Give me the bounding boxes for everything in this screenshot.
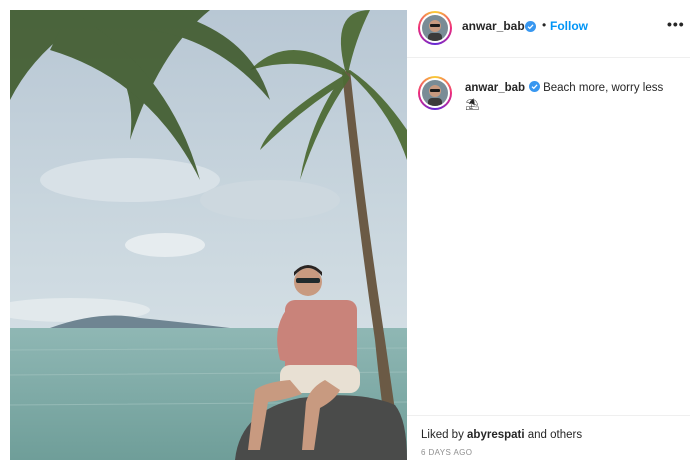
header-username[interactable]: anwar_bab bbox=[462, 19, 525, 33]
beach-photo-image bbox=[10, 10, 407, 460]
avatar[interactable] bbox=[418, 11, 452, 45]
liked-suffix[interactable]: and others bbox=[525, 429, 582, 441]
post-timestamp: 6 DAYS AGO bbox=[421, 448, 473, 457]
post-photo[interactable] bbox=[10, 10, 407, 460]
post-sidebar: anwar_bab • Follow ••• anwar_bab Beach mo… bbox=[407, 10, 690, 460]
separator-dot: • bbox=[542, 18, 547, 32]
post-footer: Liked by abyrespati and others 6 DAYS AG… bbox=[407, 415, 690, 460]
verified-badge-icon bbox=[525, 21, 536, 32]
follow-button[interactable]: Follow bbox=[550, 19, 588, 33]
beach-umbrella-emoji: ⛱ bbox=[465, 99, 480, 111]
verified-badge-icon bbox=[529, 81, 541, 92]
caption-text: Beach more, worry less bbox=[543, 82, 664, 94]
liked-user[interactable]: abyrespati bbox=[467, 429, 525, 441]
caption-username[interactable]: anwar_bab bbox=[465, 82, 525, 94]
more-options-icon[interactable]: ••• bbox=[667, 16, 685, 32]
post-header: anwar_bab • Follow ••• bbox=[407, 10, 690, 58]
caption-text-block: anwar_bab Beach more, worry less ⛱ bbox=[465, 80, 680, 114]
liked-by-text: Liked by abyrespati and others bbox=[421, 429, 582, 441]
liked-prefix: Liked by bbox=[421, 429, 468, 441]
caption-avatar[interactable] bbox=[418, 76, 452, 110]
